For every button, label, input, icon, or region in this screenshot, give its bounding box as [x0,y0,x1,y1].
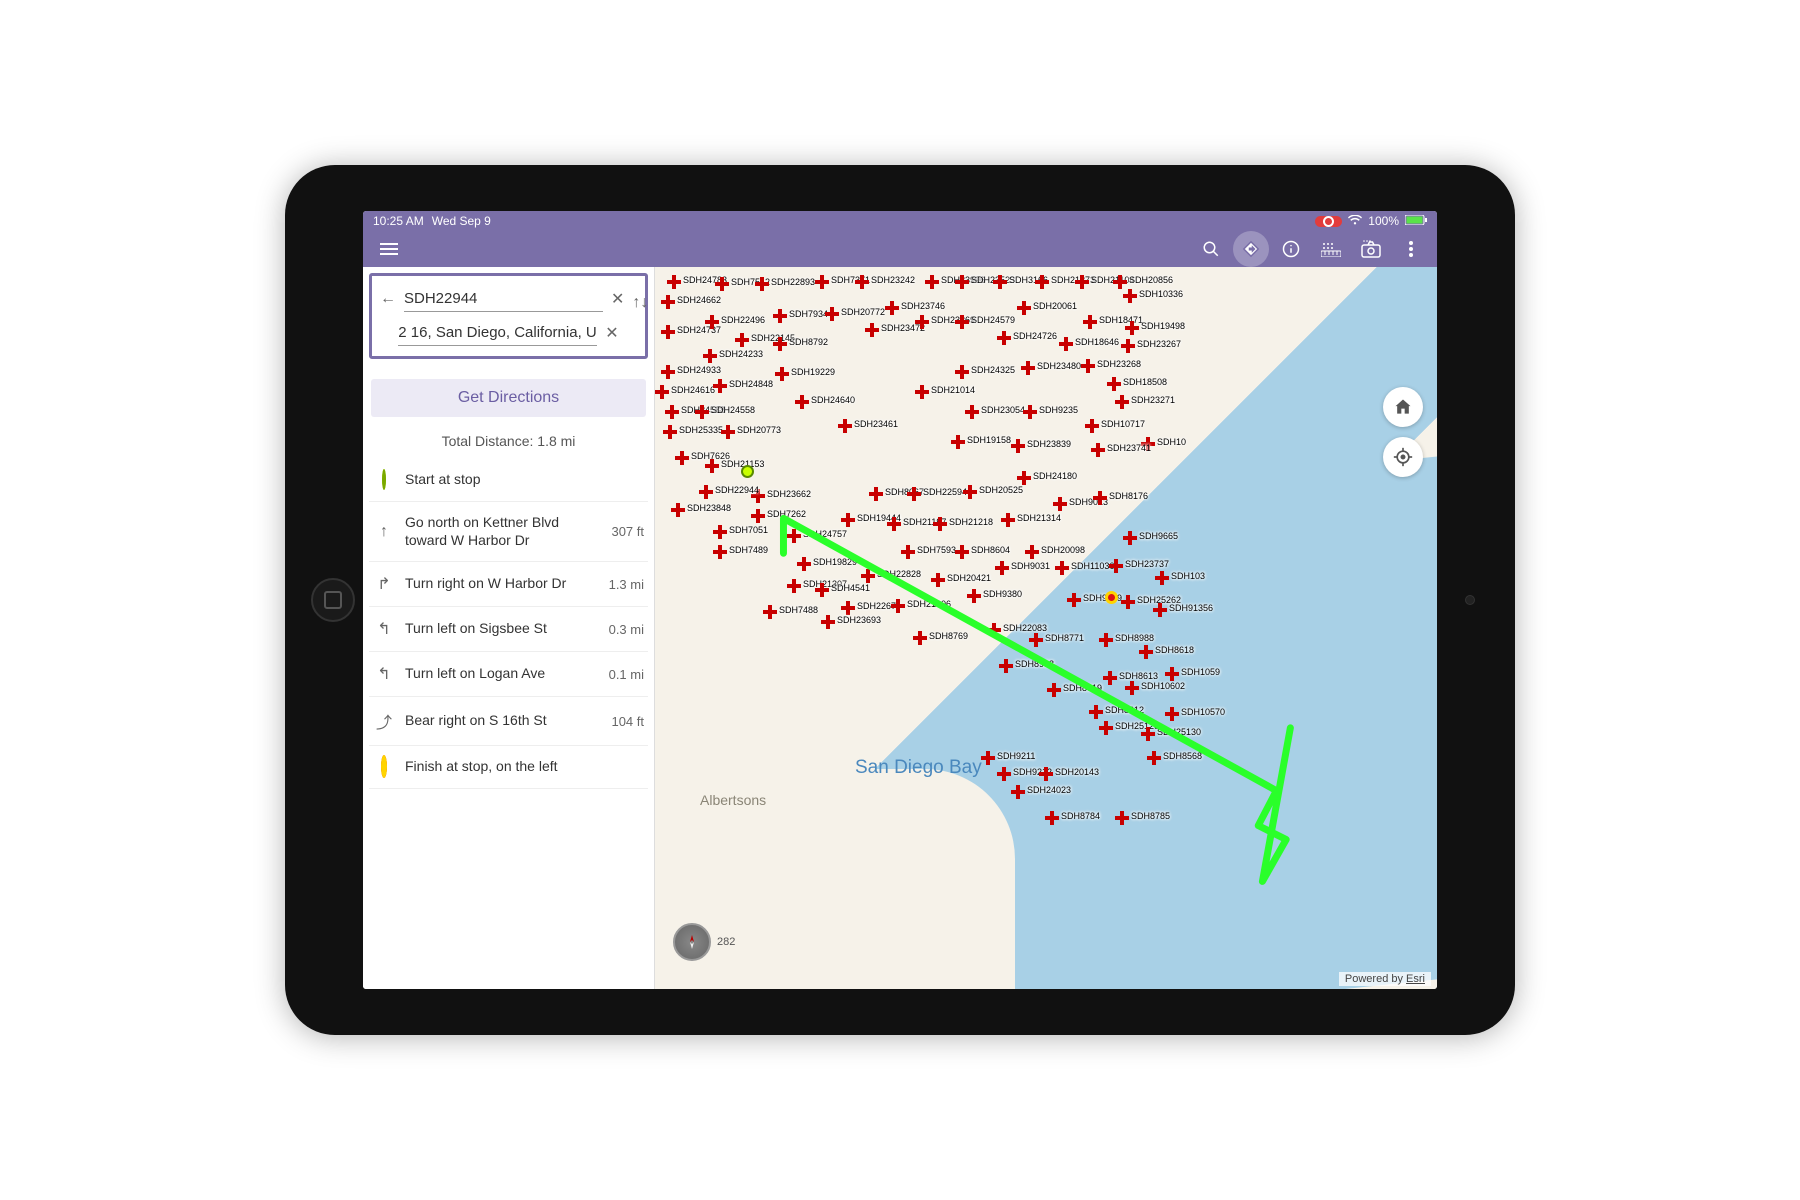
step-text: Turn right on W Harbor Dr [405,575,599,593]
app-toolbar [363,231,1437,267]
step-icon: ↱ [373,574,395,594]
info-button[interactable] [1273,231,1309,267]
ipad-frame: 10:25 AM Wed Sep 9 100% [285,165,1515,1035]
step-text: Go north on Kettner Blvd toward W Harbor… [405,514,601,549]
camera-capture-button[interactable] [1353,231,1389,267]
step-text: Turn left on Logan Ave [405,665,599,683]
origin-input[interactable] [404,286,603,312]
compass-bearing: 282 [717,936,735,948]
step-icon: ⤴ [373,709,395,733]
route-end-pin [1105,591,1118,604]
step-distance: 104 ft [611,714,644,729]
menu-button[interactable] [371,231,407,267]
poi-albertsons: Albertsons [700,792,766,808]
clear-origin-icon[interactable]: ✕ [611,289,624,309]
step-distance: 307 ft [611,524,644,539]
direction-step[interactable]: Finish at stop, on the left [369,746,648,789]
status-time: 10:25 AM [373,214,424,228]
wifi-icon [1348,214,1362,228]
status-bar: 10:25 AM Wed Sep 9 100% [363,211,1437,231]
step-text: Turn left on Sigsbee St [405,620,599,638]
overflow-button[interactable] [1393,231,1429,267]
direction-step[interactable]: ↰ Turn left on Sigsbee St 0.3 mi [369,607,648,652]
step-icon: ↰ [373,619,395,639]
ipad-home-button[interactable] [311,578,355,622]
back-arrow-icon[interactable]: ← [380,290,396,308]
direction-step[interactable]: ↱ Turn right on W Harbor Dr 1.3 mi [369,562,648,607]
measure-button[interactable] [1313,231,1349,267]
step-icon: ↑ [373,523,395,541]
step-icon [373,471,395,489]
map-locate-button[interactable] [1383,437,1423,477]
directions-button[interactable] [1233,231,1269,267]
compass-widget[interactable]: 282 [673,923,711,961]
directions-panel: ← ✕ ↑↓ ✕ Get Directions Total Distance: … [363,267,655,989]
step-text: Finish at stop, on the left [405,758,634,776]
get-directions-button[interactable]: Get Directions [371,379,646,417]
screen-record-pill[interactable] [1315,216,1342,227]
screen: 10:25 AM Wed Sep 9 100% [363,211,1437,989]
step-distance: 0.3 mi [609,622,644,637]
direction-step[interactable]: ⤴ Bear right on S 16th St 104 ft [369,697,648,746]
search-button[interactable] [1193,231,1229,267]
step-text: Start at stop [405,471,634,489]
direction-step[interactable]: ↰ Turn left on Logan Ave 0.1 mi [369,652,648,697]
step-icon: ↰ [373,664,395,684]
step-text: Bear right on S 16th St [405,712,601,730]
route-inputs-card: ← ✕ ↑↓ ✕ [369,273,648,359]
route-start-pin [741,465,754,478]
map-home-button[interactable] [1383,387,1423,427]
battery-percent: 100% [1368,214,1399,228]
map-canvas[interactable]: San Diego Bay Albertsons SDH24783SDH2466… [655,267,1437,989]
bay-label: San Diego Bay [855,757,982,779]
swap-stops-icon[interactable]: ↑↓ [632,294,648,312]
direction-step[interactable]: ↑ Go north on Kettner Blvd toward W Harb… [369,502,648,562]
map-attribution: Powered by Esri [1339,972,1431,986]
step-distance: 1.3 mi [609,577,644,592]
direction-step[interactable]: Start at stop [369,459,648,502]
clear-destination-icon[interactable]: ✕ [605,323,618,343]
step-icon [373,758,395,776]
status-date: Wed Sep 9 [432,214,491,228]
directions-steps-list: Start at stop ↑ Go north on Kettner Blvd… [363,459,654,989]
step-distance: 0.1 mi [609,667,644,682]
battery-icon [1405,214,1427,228]
destination-input[interactable] [398,320,597,346]
ipad-camera [1465,595,1475,605]
total-distance-label: Total Distance: 1.8 mi [363,425,654,459]
